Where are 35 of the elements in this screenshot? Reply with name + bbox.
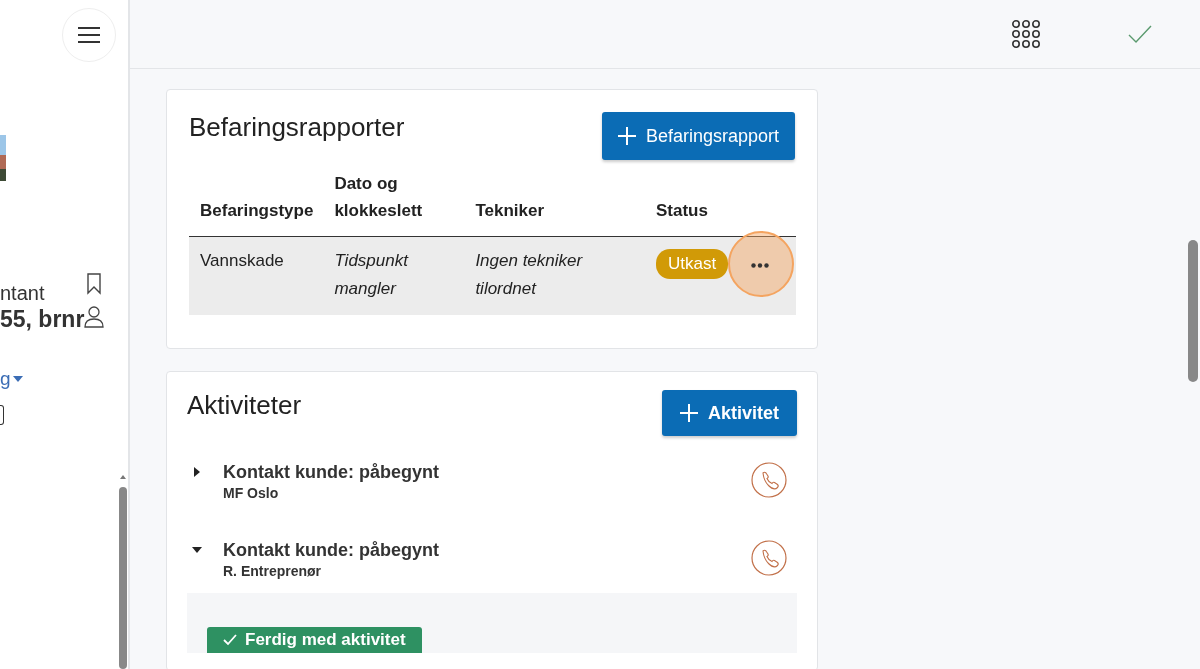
table-cell: Tidspunkt mangler (323, 236, 465, 315)
plus-icon (617, 127, 636, 145)
address-text: 55, brnr (0, 306, 85, 333)
plus-icon (680, 404, 698, 422)
activity-contact: R. Entreprenør (223, 563, 322, 579)
phone-icon[interactable] (751, 462, 787, 498)
person-icon[interactable] (84, 306, 104, 328)
menu-icon (77, 26, 101, 44)
column-header: Befaringstype (189, 170, 324, 237)
menu-button[interactable] (62, 8, 116, 62)
table-cell: Ingen tekniker tilordnet (464, 236, 645, 315)
section-title: Aktiviteter (187, 390, 302, 421)
apps-grid-icon[interactable] (1012, 20, 1040, 48)
column-header: Status (645, 170, 796, 237)
finish-activity-button[interactable]: Ferdig med aktivitet (207, 627, 422, 653)
add-activity-button[interactable]: Aktivitet (662, 390, 797, 436)
scrollbar[interactable] (1188, 240, 1198, 382)
dropdown-link[interactable]: g (0, 368, 11, 390)
section-title: Befaringsrapporter (189, 112, 405, 143)
more-icon (751, 262, 769, 268)
add-report-button[interactable]: Befaringsrapport (601, 112, 795, 160)
checkbox-icon (0, 405, 4, 425)
checkmark-icon (223, 634, 237, 646)
activity-title: Kontakt kunde: påbegynt (223, 462, 440, 483)
table-cell: Vannskade (189, 236, 324, 315)
column-header: Tekniker (464, 170, 645, 237)
checkmark-icon[interactable] (1128, 25, 1152, 43)
column-header: Dato og klokkeslett (323, 170, 465, 237)
status-badge: Utkast (656, 249, 729, 279)
caret-icon (12, 376, 23, 382)
profile-text: ntant (0, 282, 45, 305)
activity-contact: MF Oslo (223, 485, 280, 501)
bookmark-icon[interactable] (86, 273, 102, 295)
activity-title: Kontakt kunde: påbegynt (223, 540, 440, 561)
phone-icon[interactable] (751, 540, 787, 576)
